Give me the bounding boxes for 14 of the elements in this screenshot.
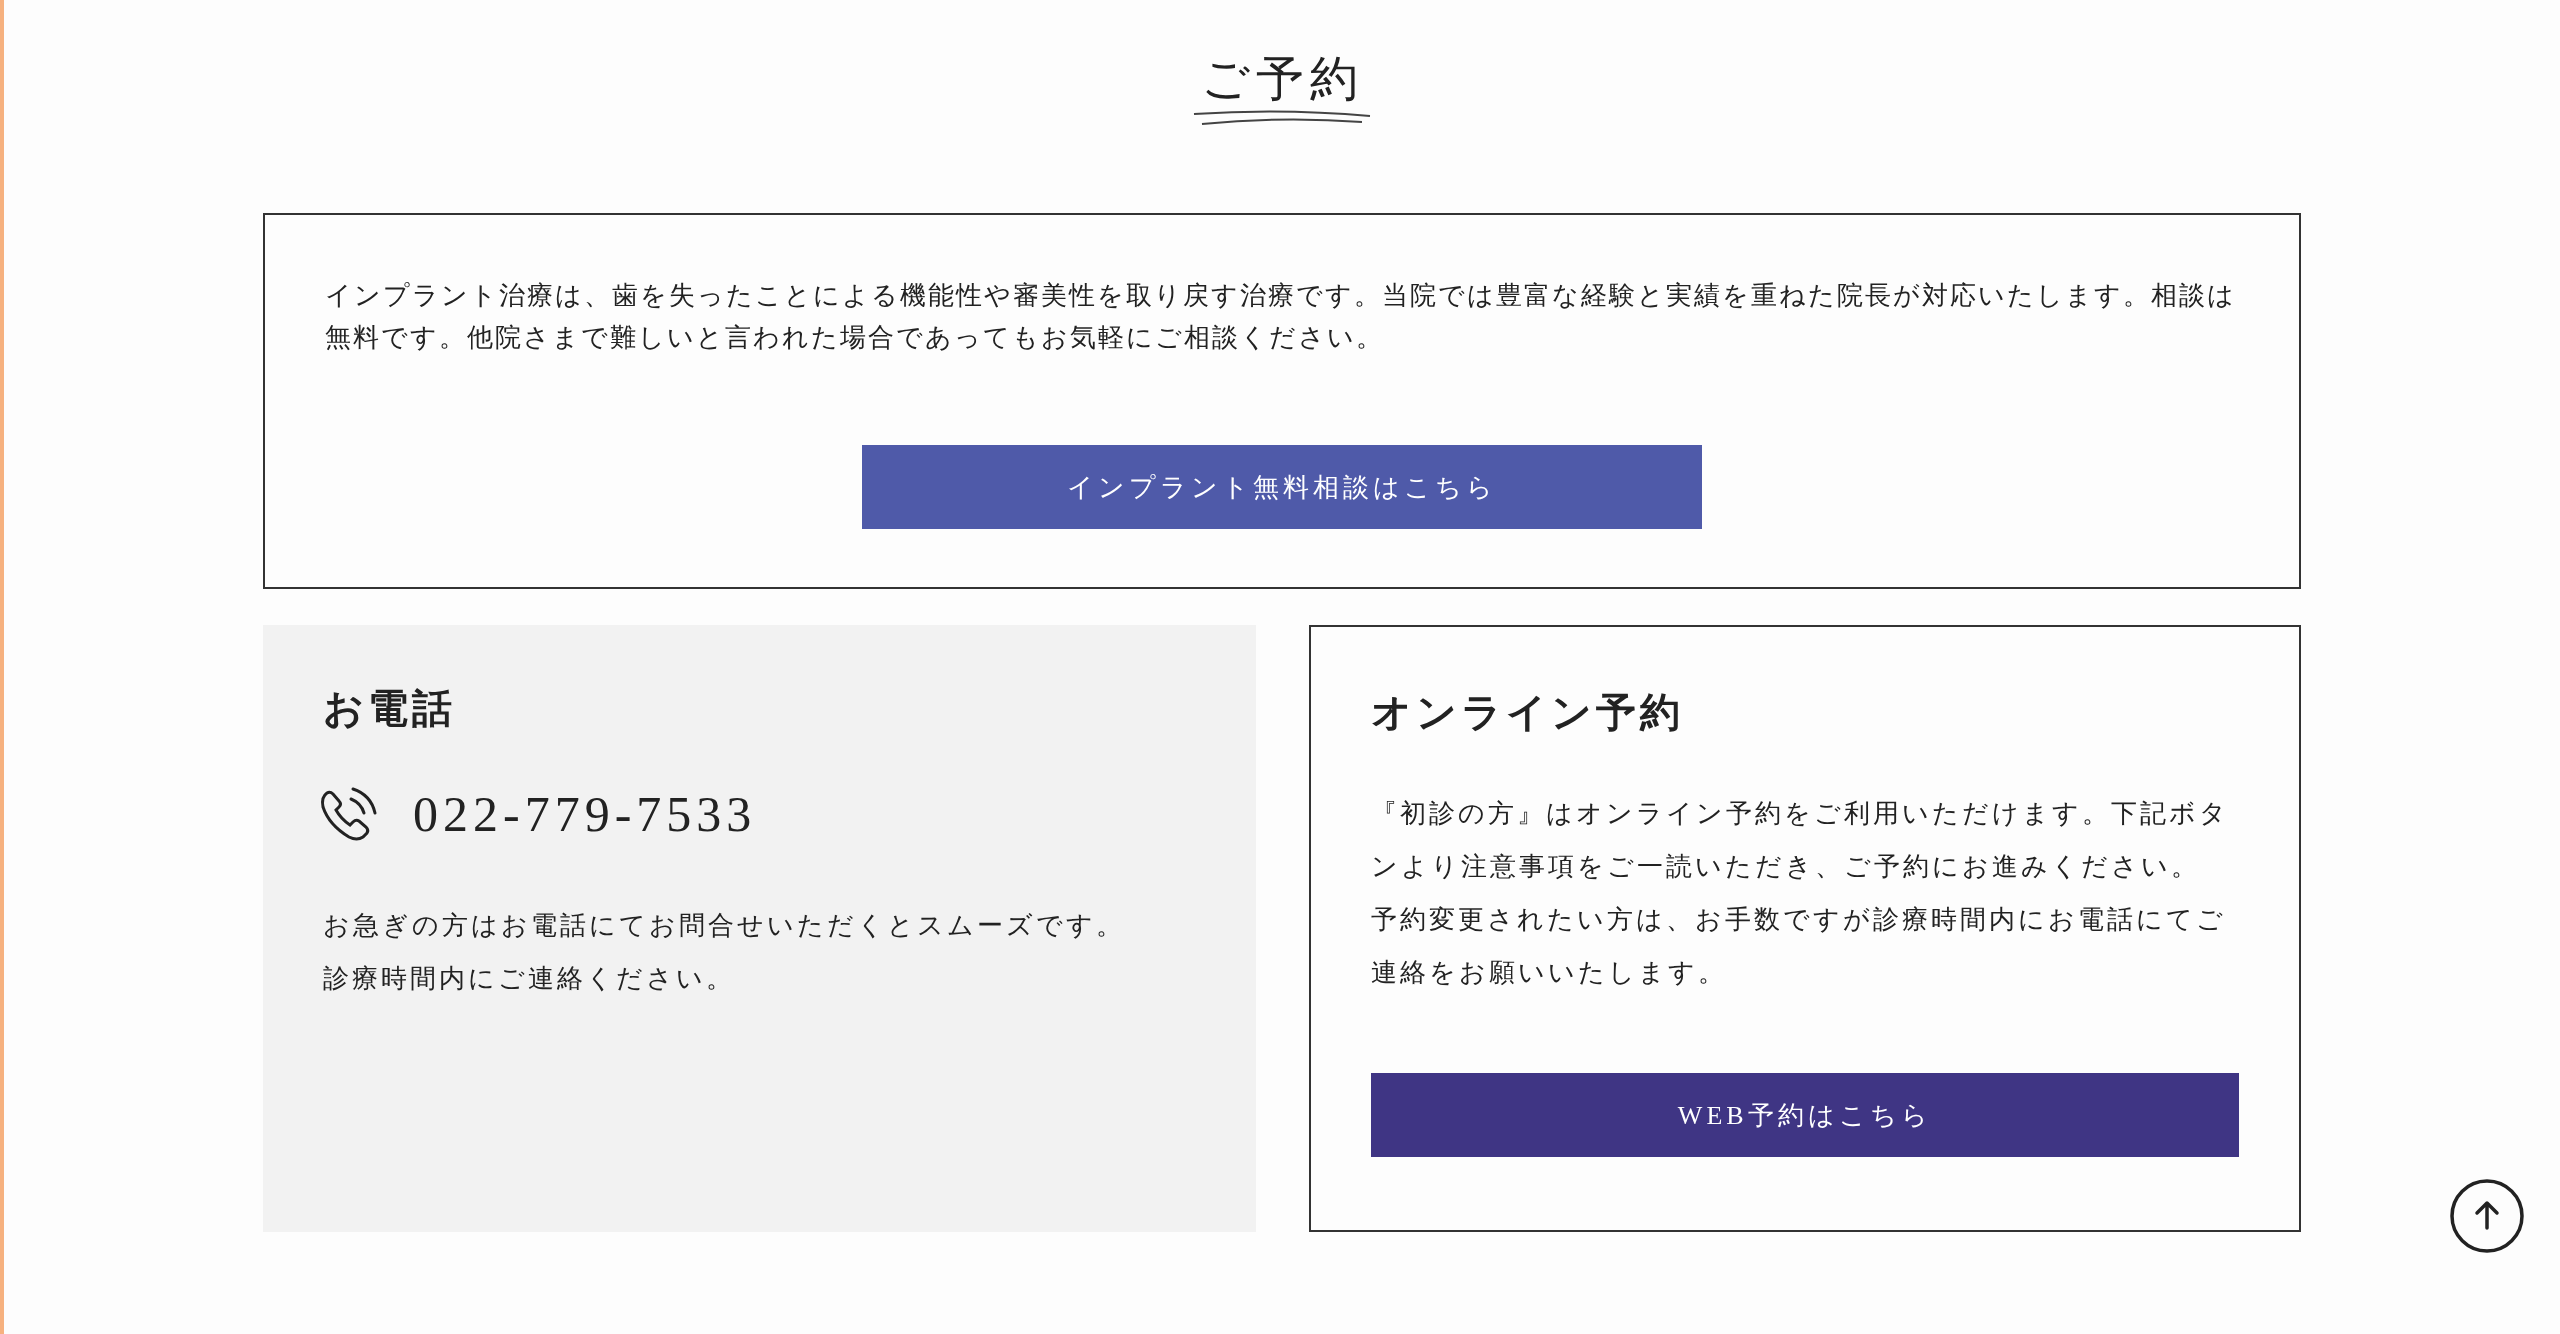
consultation-button[interactable]: インプラント無料相談はこちら [862,445,1702,529]
section-title: ご予約 [1200,51,1364,107]
online-note: 予約変更されたい方は、お手数ですが診療時間内にお電話にてご連絡をお願いいたします。 [1370,904,2227,989]
phone-icon [319,785,377,843]
phone-number: 022-779-7533 [413,785,757,843]
intro-text: インプラント治療は、歯を失ったことによる機能性や審美性を取り戻す治療です。当院では豊富な経験と実績を重ねた院長が対応いたします。相談は無料です。他院さまで難しいと言われた場合であってもお気軽にご相談ください。 [325,280,2237,354]
online-note: 『初診の方』はオンライン予約をご利用いただけます。下記ボタンより注意事項をご一読いただき、ご予約にお進みください。 [1370,798,2230,883]
phone-heading: お電話 [323,685,457,733]
phone-note: お急ぎの方はお電話にてお問合せいただくとスムーズです。 [323,910,1126,942]
underline-swoosh-icon [1192,107,1372,128]
web-booking-button[interactable]: WEB予約はこちら [1370,1073,2239,1157]
online-heading: オンライン予約 [1370,689,1685,737]
phone-note: 診療時間内にご連絡ください。 [323,963,736,995]
scroll-top-icon[interactable] [2449,1178,2525,1254]
